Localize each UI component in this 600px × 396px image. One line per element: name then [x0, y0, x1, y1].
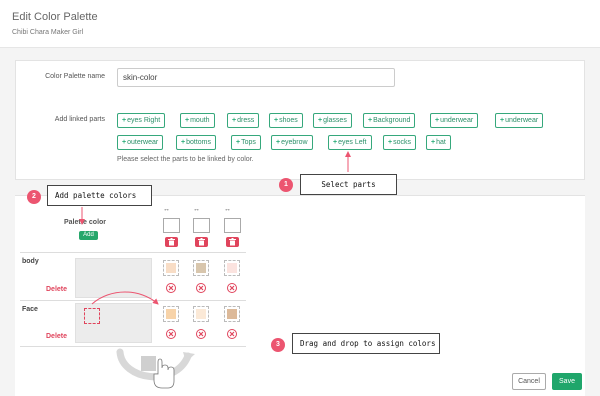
step-callout-drag-and-drop: Drag and drop to assign colors: [292, 333, 440, 354]
step-number-badge: 1: [279, 178, 293, 192]
drag-arrow: [91, 291, 159, 305]
step-number-badge: 2: [27, 190, 41, 204]
cancel-button[interactable]: Cancel: [512, 373, 546, 390]
dragged-item-icon: [141, 356, 156, 371]
step-number-badge: 3: [271, 338, 285, 352]
step-callout-select-parts: Select parts: [300, 174, 397, 195]
save-button[interactable]: Save: [552, 373, 582, 390]
step-callout-add-palette-colors: Add palette colors: [47, 185, 152, 206]
